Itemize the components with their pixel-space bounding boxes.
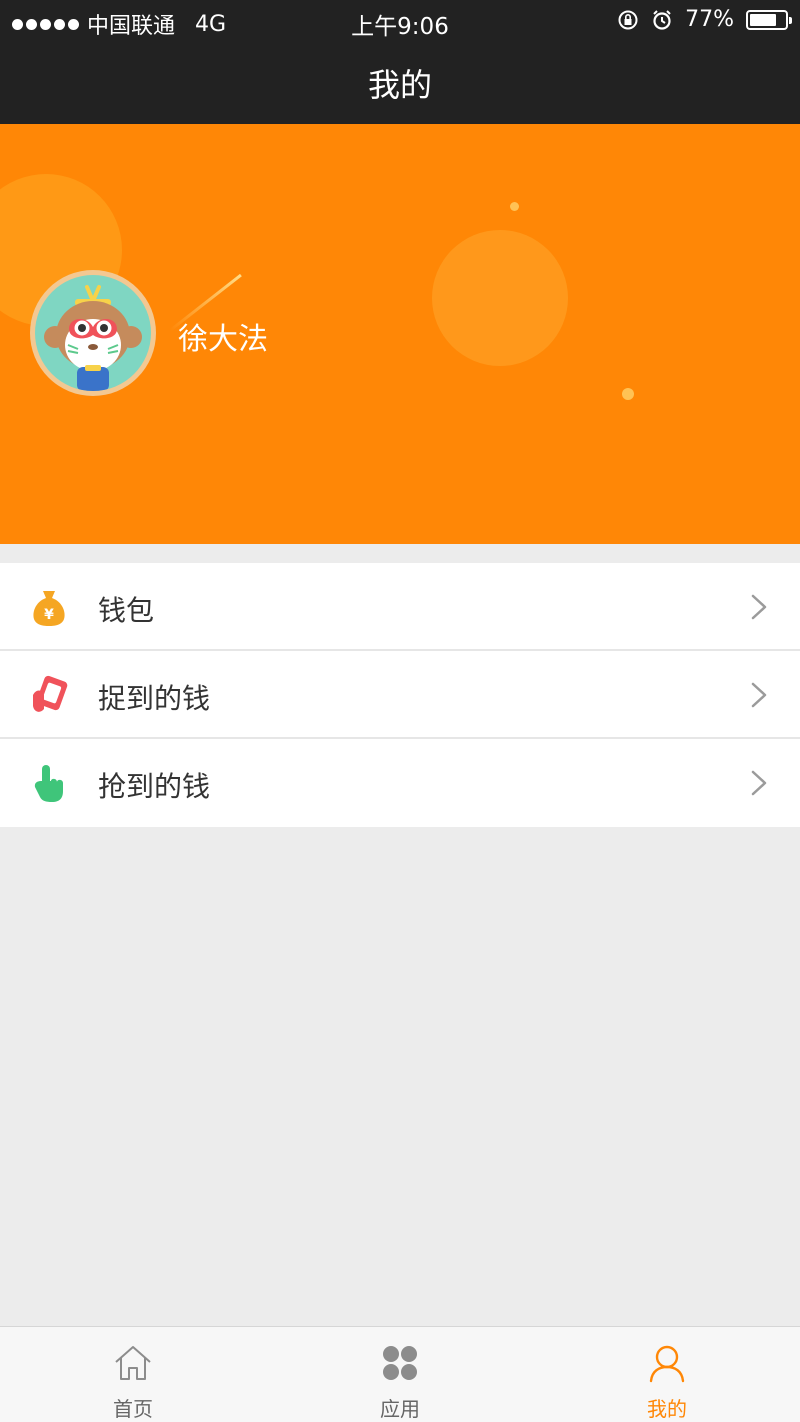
pointing-hand-icon [34,765,63,802]
apps-grid-icon [383,1346,417,1380]
menu-item-wallet[interactable]: ¥ 钱包 [0,563,800,651]
menu-item-label: 抢到的钱 [98,770,211,803]
tab-bar: 首页 应用 我的 [0,1326,800,1422]
profile-header: 徐大法 [0,124,800,544]
alarm-icon [653,9,671,30]
status-bar: 中国联通 4G 上午9:06 77% [0,0,800,42]
username[interactable]: 徐大法 [178,314,268,358]
tab-home[interactable]: 首页 [0,1327,266,1422]
tab-label: 应用 [380,1397,420,1421]
tab-mine[interactable]: 我的 [534,1327,800,1422]
decorative-dot [622,388,634,400]
chevron-right-icon [751,594,767,620]
home-icon [115,1346,151,1380]
monkey-avatar-icon [35,275,151,391]
status-right: 77% [617,7,792,32]
menu-list: ¥ 钱包 捉到的钱 抢到的钱 [0,563,800,827]
rotation-lock-icon [618,10,638,29]
menu-item-label: 捉到的钱 [98,682,211,715]
money-bag-icon: ¥ [33,591,65,626]
red-envelope-catch-icon [33,675,68,712]
svg-text:¥: ¥ [44,607,54,623]
battery-percent: 77% [685,7,734,32]
navigation-bar: 我的 [0,42,800,124]
tab-apps[interactable]: 应用 [267,1327,533,1422]
decorative-dot [510,202,519,211]
decorative-bubble [432,230,568,366]
tab-label: 我的 [647,1397,687,1421]
menu-item-caught-money[interactable]: 捉到的钱 [0,651,800,739]
user-icon [649,1345,685,1383]
battery-icon [746,9,792,30]
page-title: 我的 [367,66,432,104]
chevron-right-icon [751,682,767,708]
avatar[interactable] [30,270,156,396]
tab-label: 首页 [113,1397,153,1421]
menu-item-label: 钱包 [98,594,155,627]
menu-item-grabbed-money[interactable]: 抢到的钱 [0,739,800,827]
chevron-right-icon [751,770,767,796]
